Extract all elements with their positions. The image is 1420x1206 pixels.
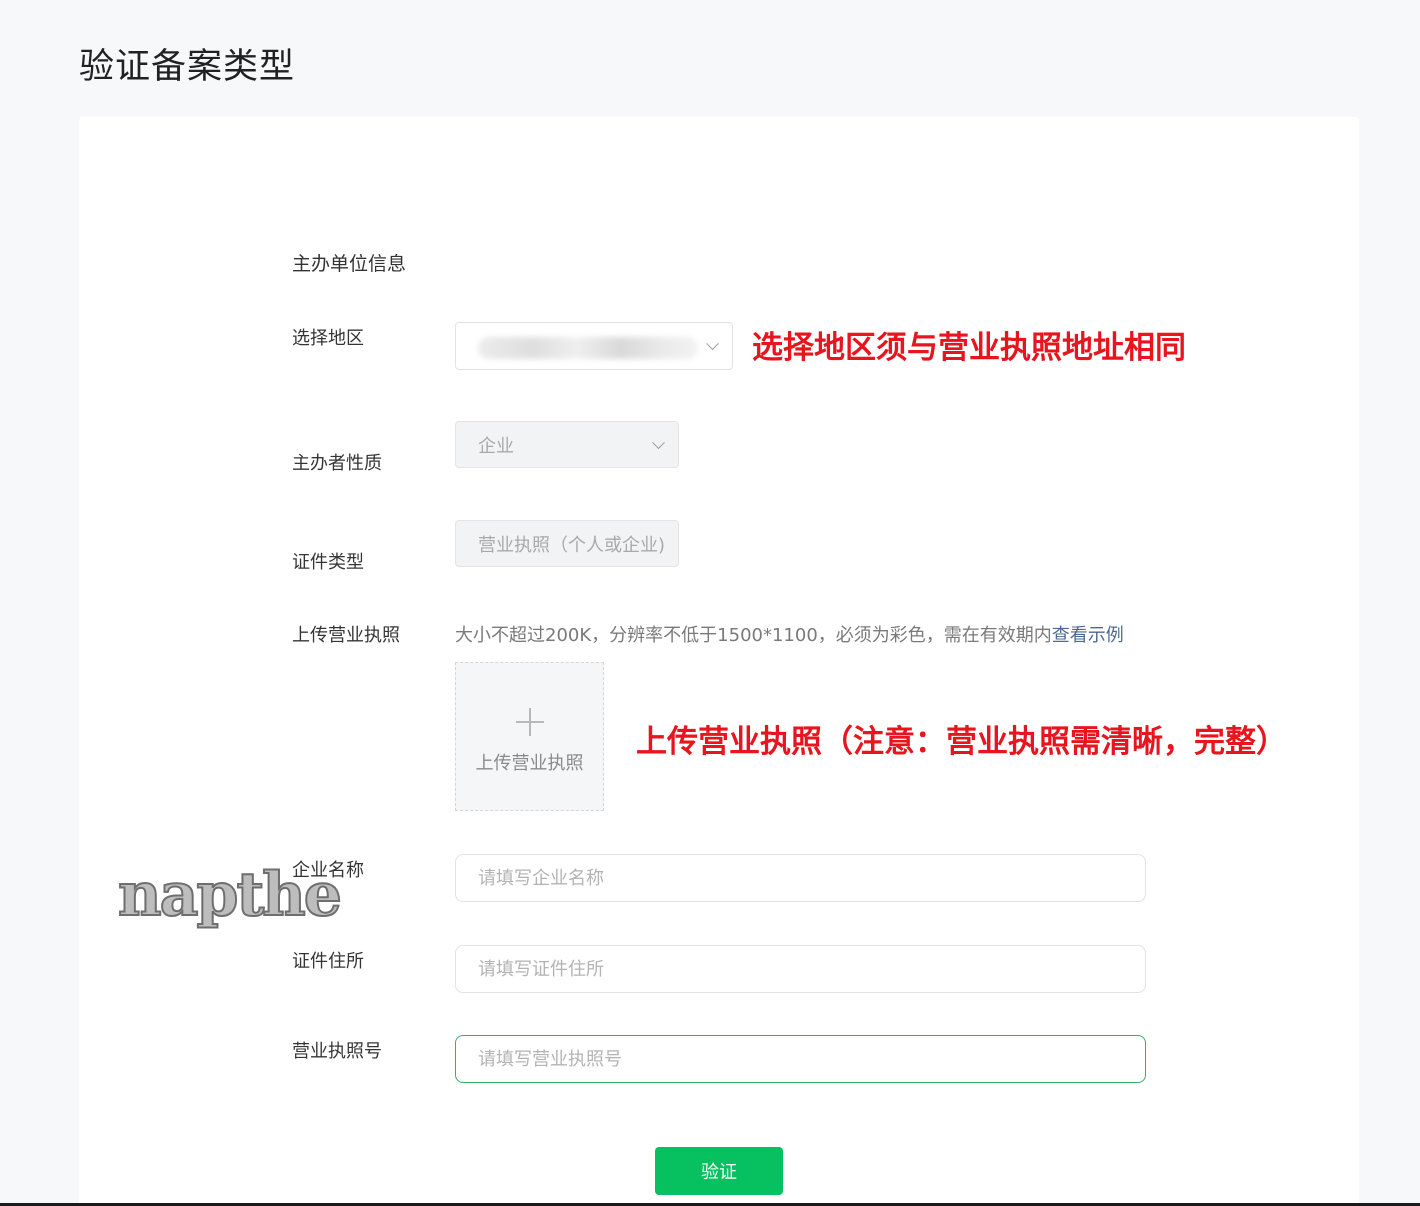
nature-select: 企业 <box>455 421 679 468</box>
address-label: 证件住所 <box>292 951 364 972</box>
upload-annotation: 上传营业执照（注意：营业执照需清晰，完整） <box>636 724 1287 760</box>
page-title: 验证备案类型 <box>79 47 296 87</box>
cert-type-select: 营业执照（个人或企业) <box>455 520 679 567</box>
nature-value: 企业 <box>478 435 514 457</box>
upload-hint: 大小不超过200K，分辨率不低于1500*1100，必须为彩色，需在有效期内查看… <box>455 621 1124 647</box>
plus-icon <box>516 708 544 736</box>
region-value-blurred <box>478 337 698 359</box>
upload-license-button[interactable]: 上传营业执照 <box>455 662 604 811</box>
cert-type-label: 证件类型 <box>292 552 364 573</box>
view-example-link[interactable]: 查看示例 <box>1052 625 1124 646</box>
watermark: napthe <box>117 859 343 931</box>
license-no-label: 营业执照号 <box>292 1041 382 1062</box>
section-title: 主办单位信息 <box>292 253 407 275</box>
license-no-input[interactable] <box>455 1035 1146 1083</box>
region-label: 选择地区 <box>292 328 364 349</box>
region-annotation: 选择地区须与营业执照地址相同 <box>752 330 1186 366</box>
chevron-down-icon <box>706 337 719 351</box>
nature-label: 主办者性质 <box>292 453 382 474</box>
region-select[interactable] <box>455 322 733 370</box>
upload-label: 上传营业执照 <box>292 625 400 646</box>
cert-type-value: 营业执照（个人或企业) <box>478 534 666 556</box>
company-name-input[interactable] <box>455 854 1146 902</box>
upload-button-label: 上传营业执照 <box>475 753 584 774</box>
address-input[interactable] <box>455 945 1146 993</box>
verify-button[interactable]: 验证 <box>655 1147 783 1195</box>
upload-hint-text: 大小不超过200K，分辨率不低于1500*1100，必须为彩色，需在有效期内 <box>455 625 1052 646</box>
chevron-down-icon <box>652 435 665 449</box>
